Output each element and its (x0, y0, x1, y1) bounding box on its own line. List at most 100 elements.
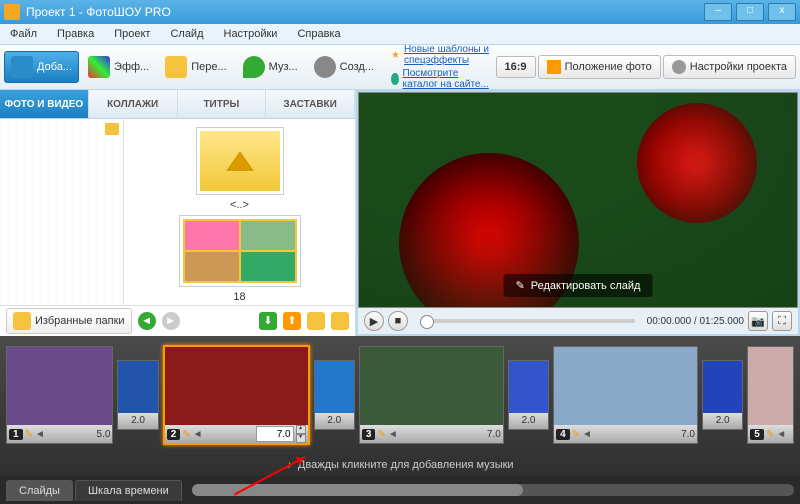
music-track[interactable]: ♪Дважды кликните для добавления музыки (0, 454, 800, 476)
download-button[interactable]: ⬇ (259, 312, 277, 330)
effects-icon (88, 56, 110, 78)
arrow-up-icon (226, 151, 254, 171)
stop-button[interactable]: ■ (388, 311, 408, 331)
sound-icon[interactable]: ◄ (582, 429, 592, 440)
menu-slide[interactable]: Слайд (164, 26, 209, 42)
slide-footer: 5✎◄ (748, 425, 793, 443)
position-icon (547, 60, 561, 74)
add-button[interactable]: Доба... (4, 51, 79, 83)
collage-thumb[interactable] (179, 215, 301, 287)
aspect-ratio-button[interactable]: 16:9 (496, 56, 536, 78)
menu-settings[interactable]: Настройки (218, 26, 284, 42)
slide-card-2[interactable]: 2✎◄▲▼ (163, 345, 310, 445)
preview-area[interactable]: ✎Редактировать слайд (358, 92, 798, 308)
tab-photo-video[interactable]: ФОТО И ВИДЕО (0, 90, 89, 118)
duration-input[interactable] (256, 426, 294, 442)
slide-duration: 5.0 (96, 429, 110, 440)
folder-fav-icon (13, 312, 31, 330)
app-icon (4, 4, 20, 20)
snapshot-button[interactable]: 📷 (748, 311, 768, 331)
slide-number: 4 (556, 429, 570, 440)
project-settings-button[interactable]: Настройки проекта (663, 55, 796, 79)
transition-duration: 2.0 (315, 413, 354, 429)
transition-card[interactable]: 2.0 (314, 360, 355, 430)
edit-slide-button[interactable]: ✎Редактировать слайд (504, 274, 653, 297)
sound-icon[interactable]: ◄ (388, 429, 398, 440)
menu-help[interactable]: Справка (291, 26, 346, 42)
window-title: Проект 1 - ФотоШОУ PRO (26, 5, 171, 19)
seek-slider[interactable] (420, 319, 635, 323)
transition-card[interactable]: 2.0 (508, 360, 549, 430)
menu-edit[interactable]: Правка (51, 26, 100, 42)
transition-duration: 2.0 (118, 413, 157, 429)
photo-position-button[interactable]: Положение фото (538, 55, 661, 79)
sound-icon[interactable]: ◄ (35, 429, 45, 440)
maximize-button[interactable]: □ (736, 3, 764, 21)
effects-button[interactable]: Эфф... (81, 51, 156, 83)
slide-thumb (360, 347, 503, 425)
transition-thumb (315, 361, 354, 413)
close-button[interactable]: x (768, 3, 796, 21)
time-display: 00:00.000 / 01:25.000 (647, 316, 744, 327)
timeline-scrollbar[interactable] (192, 484, 794, 496)
disc-icon (314, 56, 336, 78)
tab-titles[interactable]: ТИТРЫ (178, 90, 267, 118)
seek-knob[interactable] (420, 315, 434, 329)
forward-button[interactable]: ► (162, 312, 180, 330)
minimize-button[interactable]: – (704, 3, 732, 21)
slide-card-4[interactable]: 4✎◄ 7.0 (553, 346, 698, 444)
transition-card[interactable]: 2.0 (117, 360, 158, 430)
slide-footer: 2✎◄▲▼ (165, 425, 308, 443)
slide-card-5[interactable]: 5✎◄ (747, 346, 794, 444)
right-pane: ✎Редактировать слайд ▶ ■ 00:00.000 / 01:… (356, 90, 800, 336)
tab-timeline[interactable]: Шкала времени (75, 480, 182, 501)
music-button[interactable]: Муз... (236, 51, 305, 83)
transitions-button[interactable]: Пере... (158, 51, 233, 83)
folder-open-button[interactable] (307, 312, 325, 330)
duration-spinner[interactable]: ▲▼ (296, 425, 306, 443)
slides-row: 1✎◄5.02.02✎◄▲▼2.03✎◄7.02.04✎◄7.02.05✎◄ (0, 336, 800, 454)
pencil-icon[interactable]: ✎ (182, 429, 190, 440)
transition-card[interactable]: 2.0 (702, 360, 743, 430)
playbar: ▶ ■ 00:00.000 / 01:25.000 📷 ⛶ (358, 308, 798, 334)
pencil-icon[interactable]: ✎ (377, 429, 385, 440)
transition-duration: 2.0 (703, 413, 742, 429)
sound-icon[interactable]: ◄ (776, 429, 786, 440)
slide-number: 3 (362, 429, 376, 440)
pencil-icon: ✎ (516, 279, 525, 292)
slide-thumb (165, 347, 308, 425)
menu-project[interactable]: Проект (108, 26, 156, 42)
tab-collages[interactable]: КОЛЛАЖИ (89, 90, 178, 118)
note-icon (243, 56, 265, 78)
slide-duration: 7.0 (681, 429, 695, 440)
thumb-count: 18 (233, 291, 245, 303)
up-folder-thumb[interactable] (196, 127, 284, 195)
tab-splash[interactable]: ЗАСТАВКИ (266, 90, 355, 118)
slide-card-3[interactable]: 3✎◄7.0 (359, 346, 504, 444)
slide-number: 1 (9, 429, 23, 440)
favorites-button[interactable]: Избранные папки (6, 308, 132, 334)
pencil-icon[interactable]: ✎ (572, 429, 580, 440)
slide-thumb (7, 347, 112, 425)
folder-tree[interactable] (0, 119, 124, 305)
home-button[interactable]: ⬆ (283, 312, 301, 330)
transition-thumb (118, 361, 157, 413)
pencil-icon[interactable]: ✎ (766, 429, 774, 440)
folder-add-button[interactable] (331, 312, 349, 330)
play-button[interactable]: ▶ (364, 311, 384, 331)
menu-file[interactable]: Файл (4, 26, 43, 42)
templates-link[interactable]: Новые шаблоны и спецэффекты (404, 44, 494, 66)
create-button[interactable]: Созд... (307, 51, 381, 83)
fullscreen-button[interactable]: ⛶ (772, 311, 792, 331)
back-button[interactable]: ◄ (138, 312, 156, 330)
transition-thumb (509, 361, 548, 413)
star-bullet-icon: ★ (391, 50, 400, 61)
sound-icon[interactable]: ◄ (193, 429, 203, 440)
pencil-icon[interactable]: ✎ (25, 429, 33, 440)
slide-thumb (554, 347, 697, 425)
main-toolbar: Доба... Эфф... Пере... Муз... Созд... ★ Н… (0, 45, 800, 90)
slide-card-1[interactable]: 1✎◄ 5.0 (6, 346, 113, 444)
catalog-link[interactable]: Посмотрите каталог на сайте... (403, 68, 494, 90)
tab-slides[interactable]: Слайды (6, 480, 73, 501)
promo-links: ★ Новые шаблоны и спецэффекты Посмотрите … (383, 42, 494, 92)
